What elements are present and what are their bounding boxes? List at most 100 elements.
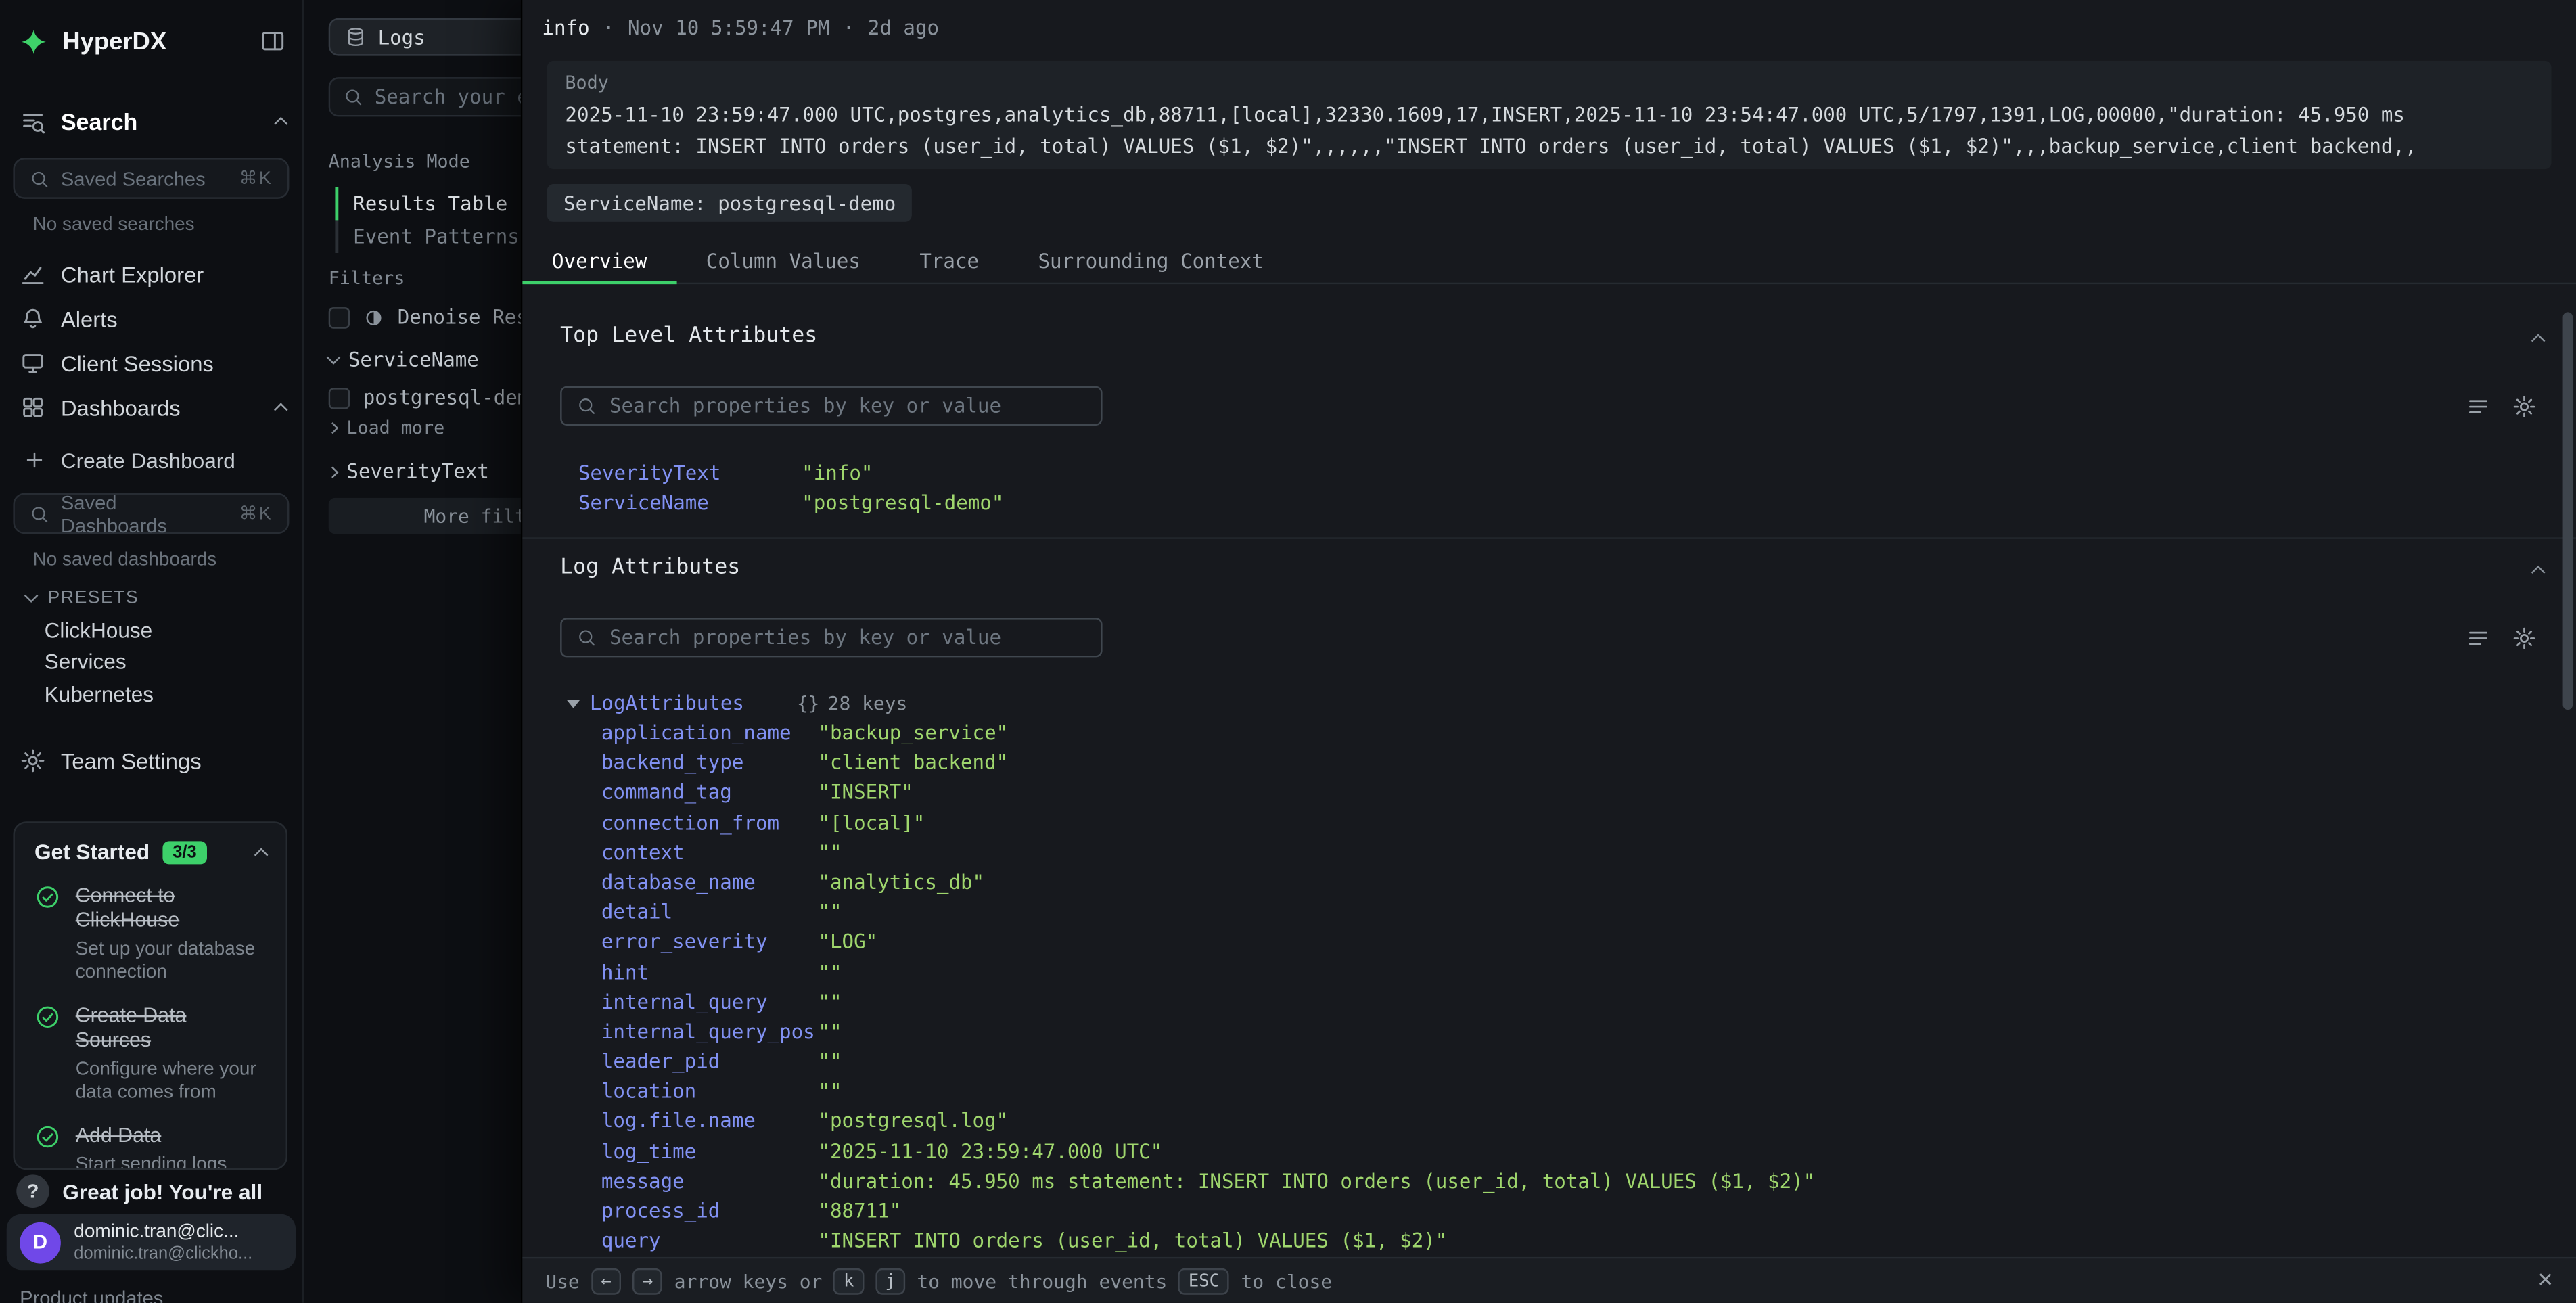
create-dashboard-button[interactable]: Create Dashboard [23,438,286,481]
gear-icon[interactable] [2512,394,2536,419]
get-started-header[interactable]: Get Started 3/3 [34,840,266,864]
sidebar-item-chart-explorer[interactable]: Chart Explorer [20,253,285,296]
bell-icon [20,306,46,332]
collapse-section-icon[interactable] [2531,566,2546,580]
attribute-key[interactable]: internal_query_pos [601,1017,815,1047]
search-list-icon [20,108,46,135]
attribute-value: "LOG" [818,927,877,957]
attribute-key[interactable]: connection_from [601,808,779,838]
sidebar-item-client-sessions[interactable]: Client Sessions [20,342,285,384]
attribute-row: message "duration: 45.950 ms statement: … [522,1166,2576,1196]
get-started-item[interactable]: Connect to ClickHouse Set up your databa… [34,884,266,984]
attribute-key[interactable]: log_time [601,1137,696,1166]
close-icon[interactable]: × [2537,1266,2553,1296]
attribute-key[interactable]: log.file.name [601,1106,756,1136]
top-level-search-box[interactable] [560,386,1102,426]
tab-trace[interactable]: Trace [890,240,1009,283]
attribute-key[interactable]: ServiceName [578,488,709,518]
product-updates-link[interactable]: Product updates [20,1287,163,1303]
search-icon [576,628,596,647]
denoise-checkbox[interactable] [329,306,350,328]
attribute-row: hint "" [522,957,2576,987]
attribute-key[interactable]: message [601,1166,685,1196]
attribute-value: "postgresql-demo" [802,488,1003,518]
sidebar-item-dashboards[interactable]: Dashboards [20,386,285,429]
rows-icon[interactable] [2466,394,2490,419]
question-circle-icon[interactable]: ? [16,1174,49,1208]
attribute-key[interactable]: error_severity [601,927,768,957]
get-started-title: Get Started [34,840,150,864]
gear-icon [20,748,46,774]
attribute-key[interactable]: location [601,1076,696,1106]
attribute-key[interactable]: context [601,838,685,867]
collapse-section-icon[interactable] [2531,334,2546,348]
attribute-key[interactable]: database_name [601,867,756,897]
body-text[interactable]: 2025-11-10 23:59:47.000 UTC,postgres,ana… [565,100,2533,161]
presets-list: ClickHouse Services Kubernetes [45,614,290,710]
get-started-item[interactable]: Add Data Start sending logs, metrics, or… [34,1124,266,1170]
preset-item[interactable]: Services [45,646,290,678]
attribute-value: "" [818,957,842,987]
attribute-row: database_name "analytics_db" [522,867,2576,897]
attribute-value: "88711" [818,1196,901,1226]
sidebar-item-search[interactable]: Search [20,100,285,143]
presets-toggle[interactable]: PRESETS [26,583,286,613]
chevron-up-icon [274,403,288,417]
log-attributes-tree-toggle[interactable]: LogAttributes [567,689,744,718]
tree-root-name: LogAttributes [590,691,744,714]
mode-label: Event Patterns [353,225,520,248]
attribute-row: log.file.name "postgresql.log" [522,1106,2576,1136]
user-menu[interactable]: D dominic.tran@clic... dominic.tran@clic… [7,1214,296,1271]
search-icon [344,87,363,107]
sidebar-item-alerts[interactable]: Alerts [20,298,285,340]
top-level-search-input[interactable] [610,394,1086,417]
log-attributes-search-input[interactable] [610,626,1086,649]
get-started-item[interactable]: Create Data Sources Configure where your… [34,1004,266,1104]
log-attributes-search-box[interactable] [560,618,1102,657]
attribute-key[interactable]: hint [601,957,649,987]
panel-scrollbar[interactable] [2563,312,2573,710]
attribute-row: SeverityText "info" [522,459,2576,488]
load-more-row[interactable]: Load more [329,417,444,439]
footer-text: to close [1241,1269,1333,1292]
tab-overview[interactable]: Overview [522,240,676,283]
get-started-item-title: Create Data Sources [76,1004,267,1053]
preset-item[interactable]: Kubernetes [45,678,290,710]
attribute-key[interactable]: command_tag [601,778,732,808]
attribute-value: "" [818,838,842,867]
get-started-item-desc: Set up your database connection [76,938,267,984]
event-timestamp: Nov 10 5:59:47 PM [628,16,829,39]
attribute-key[interactable]: detail [601,897,672,927]
filter-option-row: postgresql-demo [329,386,541,409]
footer-text: Use [545,1269,579,1292]
user-name: dominic.tran@clic... [74,1222,252,1243]
mode-results-table[interactable]: Results Table [335,187,519,221]
attribute-key[interactable]: leader_pid [601,1047,720,1076]
attribute-key[interactable]: backend_type [601,748,744,777]
attribute-row: connection_from "[local]" [522,808,2576,838]
gear-icon[interactable] [2512,626,2536,650]
service-name-chip[interactable]: ServiceName: postgresql-demo [547,184,913,222]
rows-icon[interactable] [2466,626,2490,650]
saved-searches-input[interactable]: Saved Searches ⌘K [13,158,289,199]
attribute-key[interactable]: internal_query [601,987,768,1017]
filter-group-servicename[interactable]: ServiceName [329,348,479,371]
attribute-key[interactable]: application_name [601,718,791,748]
separator: · [603,16,615,39]
preset-item[interactable]: ClickHouse [45,614,290,646]
mode-event-patterns[interactable]: Event Patterns [335,220,519,253]
attribute-key[interactable]: process_id [601,1196,720,1226]
postgresql-demo-checkbox[interactable] [329,387,350,409]
filter-group-severitytext[interactable]: SeverityText [329,460,489,483]
tab-surrounding-context[interactable]: Surrounding Context [1009,240,1293,283]
nav-label: Dashboards [61,395,261,419]
saved-dashboards-input[interactable]: Saved Dashboards ⌘K [13,493,289,534]
sidebar-item-team-settings[interactable]: Team Settings [20,741,285,780]
tab-column-values[interactable]: Column Values [676,240,890,283]
attribute-key[interactable]: SeverityText [578,459,721,488]
sidebar-collapse-icon[interactable] [260,28,286,54]
grid-icon [20,394,46,421]
event-tabs: Overview Column Values Trace Surrounding… [522,240,2576,285]
get-started-item-title: Connect to ClickHouse [76,884,267,934]
attribute-key[interactable]: query [601,1226,661,1256]
